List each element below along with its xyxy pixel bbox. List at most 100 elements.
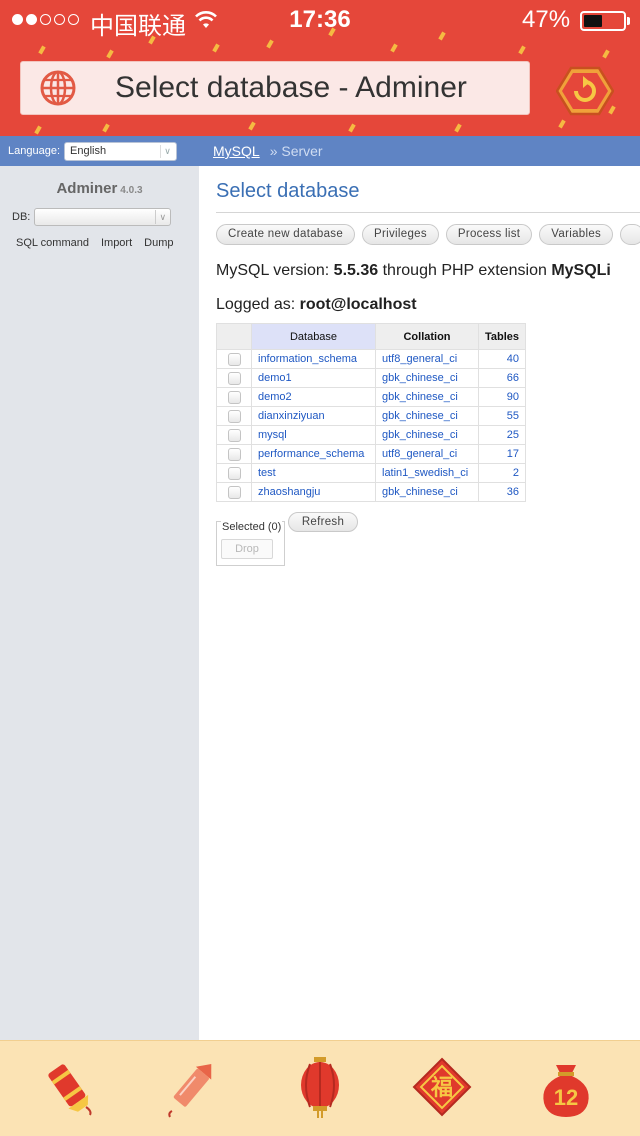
browser-top-bar: 中国联通 17:36 47% Select database - Adminer (0, 0, 640, 136)
row-checkbox[interactable] (227, 352, 241, 366)
breadcrumb-mysql-link[interactable]: MySQL (213, 143, 260, 159)
tables-count-link[interactable]: 55 (477, 406, 527, 426)
sql-command-link[interactable]: SQL command (16, 237, 89, 249)
confetti-piece (518, 45, 526, 55)
databases-table: Database Collation Tables information_sc… (216, 323, 527, 502)
rocket-firework-icon[interactable] (160, 1055, 224, 1119)
tables-count-link[interactable]: 36 (477, 482, 527, 502)
language-select[interactable]: English ∨ (64, 141, 177, 161)
version-middle: through PHP extension (378, 262, 552, 279)
row-checkbox[interactable] (227, 409, 241, 423)
row-checkbox-cell (216, 444, 252, 464)
row-checkbox[interactable] (227, 428, 241, 442)
collation-link[interactable]: gbk_chinese_ci (375, 425, 479, 445)
status-bar: 中国联通 17:36 47% (0, 0, 640, 40)
row-checkbox-cell (216, 368, 252, 388)
tables-column-header[interactable]: Tables (477, 323, 527, 350)
confetti-piece (248, 121, 256, 131)
database-name-link[interactable]: mysql (251, 425, 376, 445)
heading-divider (216, 212, 640, 213)
confetti-piece (102, 123, 110, 133)
php-extension: MySQLi (551, 262, 611, 279)
collation-link[interactable]: gbk_chinese_ci (375, 482, 479, 502)
dump-link[interactable]: Dump (144, 237, 173, 249)
reload-icon[interactable] (556, 66, 614, 116)
confetti-piece (602, 49, 610, 59)
collation-link[interactable]: gbk_chinese_ci (375, 406, 479, 426)
variables-button[interactable]: Variables (539, 224, 614, 245)
section-heading: Select database (216, 180, 360, 202)
confetti-piece (38, 45, 46, 55)
row-checkbox[interactable] (227, 447, 241, 461)
adminer-header: Language: English ∨ MySQL » Server (0, 136, 640, 166)
tables-count-link[interactable]: 25 (477, 425, 527, 445)
collation-link[interactable]: latin1_swedish_ci (375, 463, 479, 483)
brand-version: 4.0.3 (120, 185, 143, 196)
table-row: information_schema utf8_general_ci 40 (216, 349, 527, 369)
address-bar[interactable]: Select database - Adminer (20, 61, 530, 115)
lantern-icon[interactable] (288, 1055, 352, 1119)
row-checkbox-cell (216, 463, 252, 483)
row-checkbox[interactable] (227, 485, 241, 499)
drop-button[interactable]: Drop (221, 539, 273, 559)
collation-link[interactable]: utf8_general_ci (375, 349, 479, 369)
collation-link[interactable]: gbk_chinese_ci (375, 368, 479, 388)
firecracker-icon[interactable] (36, 1055, 100, 1119)
server-action-links: Create new database Privileges Process l… (216, 224, 640, 245)
confetti-piece (390, 43, 398, 53)
tables-count-link[interactable]: 66 (477, 368, 527, 388)
database-column-header[interactable]: Database (251, 323, 376, 350)
lucky-bag-number: 12 (554, 1085, 578, 1110)
database-name-link[interactable]: demo1 (251, 368, 376, 388)
collation-column-header[interactable]: Collation (375, 323, 479, 350)
process-list-button[interactable]: Process list (445, 224, 533, 245)
battery-tip (627, 17, 630, 25)
database-name-link[interactable]: information_schema (251, 349, 376, 369)
confetti-piece (34, 125, 42, 135)
row-checkbox[interactable] (227, 371, 241, 385)
adminer-brand[interactable]: Adminer 4.0.3 (0, 180, 199, 197)
import-link[interactable]: Import (101, 237, 132, 249)
battery-icon (580, 11, 626, 31)
database-name-link[interactable]: zhaoshangju (251, 482, 376, 502)
confetti-piece (454, 123, 462, 133)
brand-name: Adminer (56, 180, 118, 197)
row-checkbox[interactable] (227, 390, 241, 404)
row-checkbox-cell (216, 425, 252, 445)
table-row: test latin1_swedish_ci 2 (216, 463, 527, 483)
bottom-toolbar: 福 12 (0, 1040, 640, 1136)
privileges-button[interactable]: Privileges (362, 224, 439, 245)
db-select[interactable]: ∨ (34, 208, 172, 226)
battery-level (584, 15, 602, 27)
database-name-link[interactable]: demo2 (251, 387, 376, 407)
database-name-link[interactable]: performance_schema (251, 444, 376, 464)
db-selector: DB: ∨ (12, 208, 172, 226)
refresh-button[interactable]: Refresh (288, 512, 358, 532)
create-database-button[interactable]: Create new database (216, 224, 356, 245)
selected-fieldset: Selected (0) Drop (216, 521, 285, 566)
tables-count-link[interactable]: 17 (477, 444, 527, 464)
table-row: demo2 gbk_chinese_ci 90 (216, 387, 527, 407)
version-prefix: MySQL version: (216, 262, 334, 279)
row-checkbox[interactable] (227, 466, 241, 480)
tables-count-link[interactable]: 2 (477, 463, 527, 483)
tables-count-link[interactable]: 40 (477, 349, 527, 369)
fu-diamond-icon[interactable]: 福 (410, 1055, 474, 1119)
lucky-bag-icon[interactable]: 12 (534, 1055, 598, 1119)
row-checkbox-cell (216, 349, 252, 369)
page-title: Select database - Adminer (115, 71, 467, 104)
sidebar: Adminer 4.0.3 DB: ∨ SQL command Import Du… (0, 166, 199, 1040)
table-row: mysql gbk_chinese_ci 25 (216, 425, 527, 445)
collation-link[interactable]: utf8_general_ci (375, 444, 479, 464)
fu-character: 福 (430, 1076, 453, 1101)
confetti-piece (212, 43, 220, 53)
more-button[interactable] (620, 224, 640, 245)
database-name-link[interactable]: dianxinziyuan (251, 406, 376, 426)
db-label: DB: (12, 211, 31, 223)
version-value: 5.5.36 (333, 262, 379, 279)
collation-link[interactable]: gbk_chinese_ci (375, 387, 479, 407)
logged-as-info: Logged as: root@localhost (216, 296, 417, 314)
confetti-piece (106, 49, 114, 59)
database-name-link[interactable]: test (251, 463, 376, 483)
tables-count-link[interactable]: 90 (477, 387, 527, 407)
